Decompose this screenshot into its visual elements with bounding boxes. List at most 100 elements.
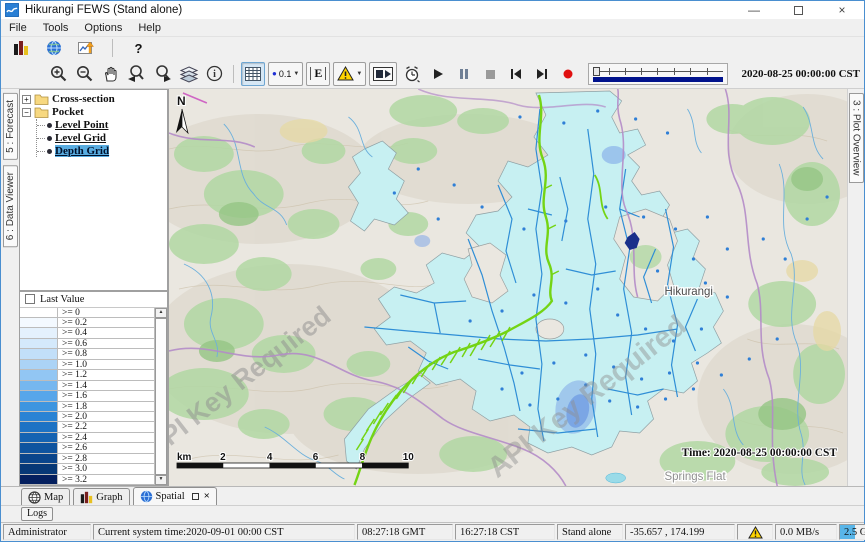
zoom-in-button[interactable] (47, 62, 70, 85)
legend-row[interactable]: >= 3.0 (20, 464, 154, 474)
animation-settings-button[interactable] (400, 62, 423, 85)
layers-icon (179, 65, 199, 83)
maximize-button[interactable] (776, 1, 820, 19)
time-slider-track[interactable] (593, 67, 723, 75)
record-button[interactable] (556, 62, 579, 85)
time-slider[interactable] (588, 63, 728, 85)
status-memory-gauge[interactable]: 2.5 GB (839, 524, 865, 540)
warning-icon (337, 66, 354, 81)
warning-layer-dropdown[interactable]: ▼ (333, 62, 366, 86)
undock-icon[interactable] (192, 493, 199, 500)
play-button[interactable] (426, 62, 449, 85)
legend-color-swatch (20, 318, 58, 327)
legend-row-label: >= 0.8 (58, 349, 154, 358)
scalebar-tick: 4 (267, 452, 273, 463)
legend-row[interactable]: >= 1.2 (20, 370, 154, 380)
grid-display-button[interactable] (241, 62, 265, 86)
help-button[interactable]: ? (127, 37, 150, 60)
menu-options[interactable]: Options (84, 22, 122, 34)
tab-spatial-label: Spatial (156, 491, 185, 502)
skip-to-start-button[interactable] (504, 62, 527, 85)
movie-export-button[interactable] (369, 62, 397, 86)
minimize-button[interactable]: — (732, 1, 776, 19)
legend-row[interactable]: >= 0 (20, 308, 154, 318)
layers-button[interactable] (177, 62, 200, 85)
close-button[interactable]: × (820, 1, 864, 19)
tab-data-viewer[interactable]: 6 : Data Viewer (3, 165, 18, 247)
legend-row[interactable]: >= 3.2 (20, 475, 154, 485)
tree-item-level-point[interactable]: Level Point (37, 119, 165, 131)
bar-chart-icon (80, 491, 93, 504)
spatial-display-button[interactable] (42, 37, 65, 60)
tree-item-cross-section[interactable]: + Cross-section (22, 93, 165, 105)
slider-tick (641, 68, 642, 75)
timer-icon (403, 65, 421, 83)
map-canvas[interactable]: API Key Required (169, 89, 847, 486)
expand-icon[interactable]: + (22, 95, 31, 104)
legend-row[interactable]: >= 1.4 (20, 381, 154, 391)
legend-row[interactable]: >= 2.6 (20, 443, 154, 453)
contour-threshold-dropdown[interactable]: ● 0.1 ▼ (268, 62, 303, 86)
legend-row[interactable]: >= 0.8 (20, 349, 154, 359)
scroll-up-icon[interactable]: ▲ (155, 308, 167, 318)
legend-row-label: >= 0.2 (58, 318, 154, 327)
tree-item-level-grid[interactable]: Level Grid (37, 132, 165, 144)
collapse-icon[interactable]: − (22, 108, 31, 117)
last-value-checkbox[interactable] (25, 294, 35, 304)
zoom-out-button[interactable] (73, 62, 96, 85)
legend-row[interactable]: >= 0.2 (20, 318, 154, 328)
menu-help[interactable]: Help (138, 22, 161, 34)
label-toggle-button[interactable]: E (306, 62, 330, 86)
legend-row[interactable]: >= 2.2 (20, 422, 154, 432)
legend-row[interactable]: >= 1.6 (20, 391, 154, 401)
legend-row[interactable]: >= 2.8 (20, 454, 154, 464)
main-area: 5 : Forecast 6 : Data Viewer + Cross-sec… (1, 89, 864, 486)
scroll-down-icon[interactable]: ▼ (155, 475, 167, 485)
tab-graph[interactable]: Graph (73, 488, 129, 505)
skip-end-icon (535, 67, 549, 81)
close-tab-icon[interactable]: × (204, 491, 210, 502)
legend-color-swatch (20, 422, 58, 431)
tab-forecast[interactable]: 5 : Forecast (3, 93, 18, 160)
status-coordinates: -35.657 , 174.199 (625, 524, 735, 540)
tab-map[interactable]: Map (21, 488, 70, 505)
pause-button[interactable] (452, 62, 475, 85)
status-warning[interactable] (737, 524, 773, 540)
legend-color-swatch (20, 370, 58, 379)
slider-thumb[interactable] (593, 67, 600, 76)
logs-button[interactable]: Logs (21, 507, 53, 521)
zoom-next-button[interactable] (151, 62, 174, 85)
legend-scrollbar[interactable]: ▲ ▼ (154, 308, 167, 485)
database-display-button[interactable] (9, 37, 32, 60)
profile-display-button[interactable] (75, 37, 98, 60)
zoom-previous-button[interactable] (125, 62, 148, 85)
right-tab-strip: 3 : Plot Overview (847, 89, 864, 486)
pan-button[interactable] (99, 62, 122, 85)
tab-spatial[interactable]: Spatial × (133, 487, 217, 505)
legend-row[interactable]: >= 0.4 (20, 328, 154, 338)
legend-row[interactable]: >= 2.0 (20, 412, 154, 422)
stop-button[interactable] (478, 62, 501, 85)
legend-row[interactable]: >= 2.4 (20, 433, 154, 443)
scrollbar-thumb[interactable] (155, 318, 167, 475)
memory-value: 2.5 GB (844, 527, 865, 538)
menu-bar: File Tools Options Help (1, 19, 864, 37)
legend-row[interactable]: >= 0.6 (20, 339, 154, 349)
status-throughput: 0.0 MB/s (775, 524, 837, 540)
legend-row[interactable]: >= 1.8 (20, 402, 154, 412)
tree-item-depth-grid[interactable]: Depth Grid (37, 145, 165, 157)
skip-start-icon (509, 67, 523, 81)
tab-plot-overview[interactable]: 3 : Plot Overview (849, 93, 864, 183)
tree-item-label: Level Grid (55, 132, 106, 144)
town-label: Hikurangi (665, 286, 713, 298)
skip-to-end-button[interactable] (530, 62, 553, 85)
menu-file[interactable]: File (9, 22, 27, 34)
map-panel[interactable]: API Key Required (169, 89, 847, 486)
menu-tools[interactable]: Tools (43, 22, 69, 34)
tree-item-pocket[interactable]: − Pocket (22, 106, 165, 118)
info-button[interactable]: i (203, 62, 226, 85)
legend-row-label: >= 2.6 (58, 443, 154, 452)
legend-row[interactable]: >= 1.0 (20, 360, 154, 370)
node-bullet-icon (47, 136, 52, 141)
status-mode: Stand alone (557, 524, 623, 540)
